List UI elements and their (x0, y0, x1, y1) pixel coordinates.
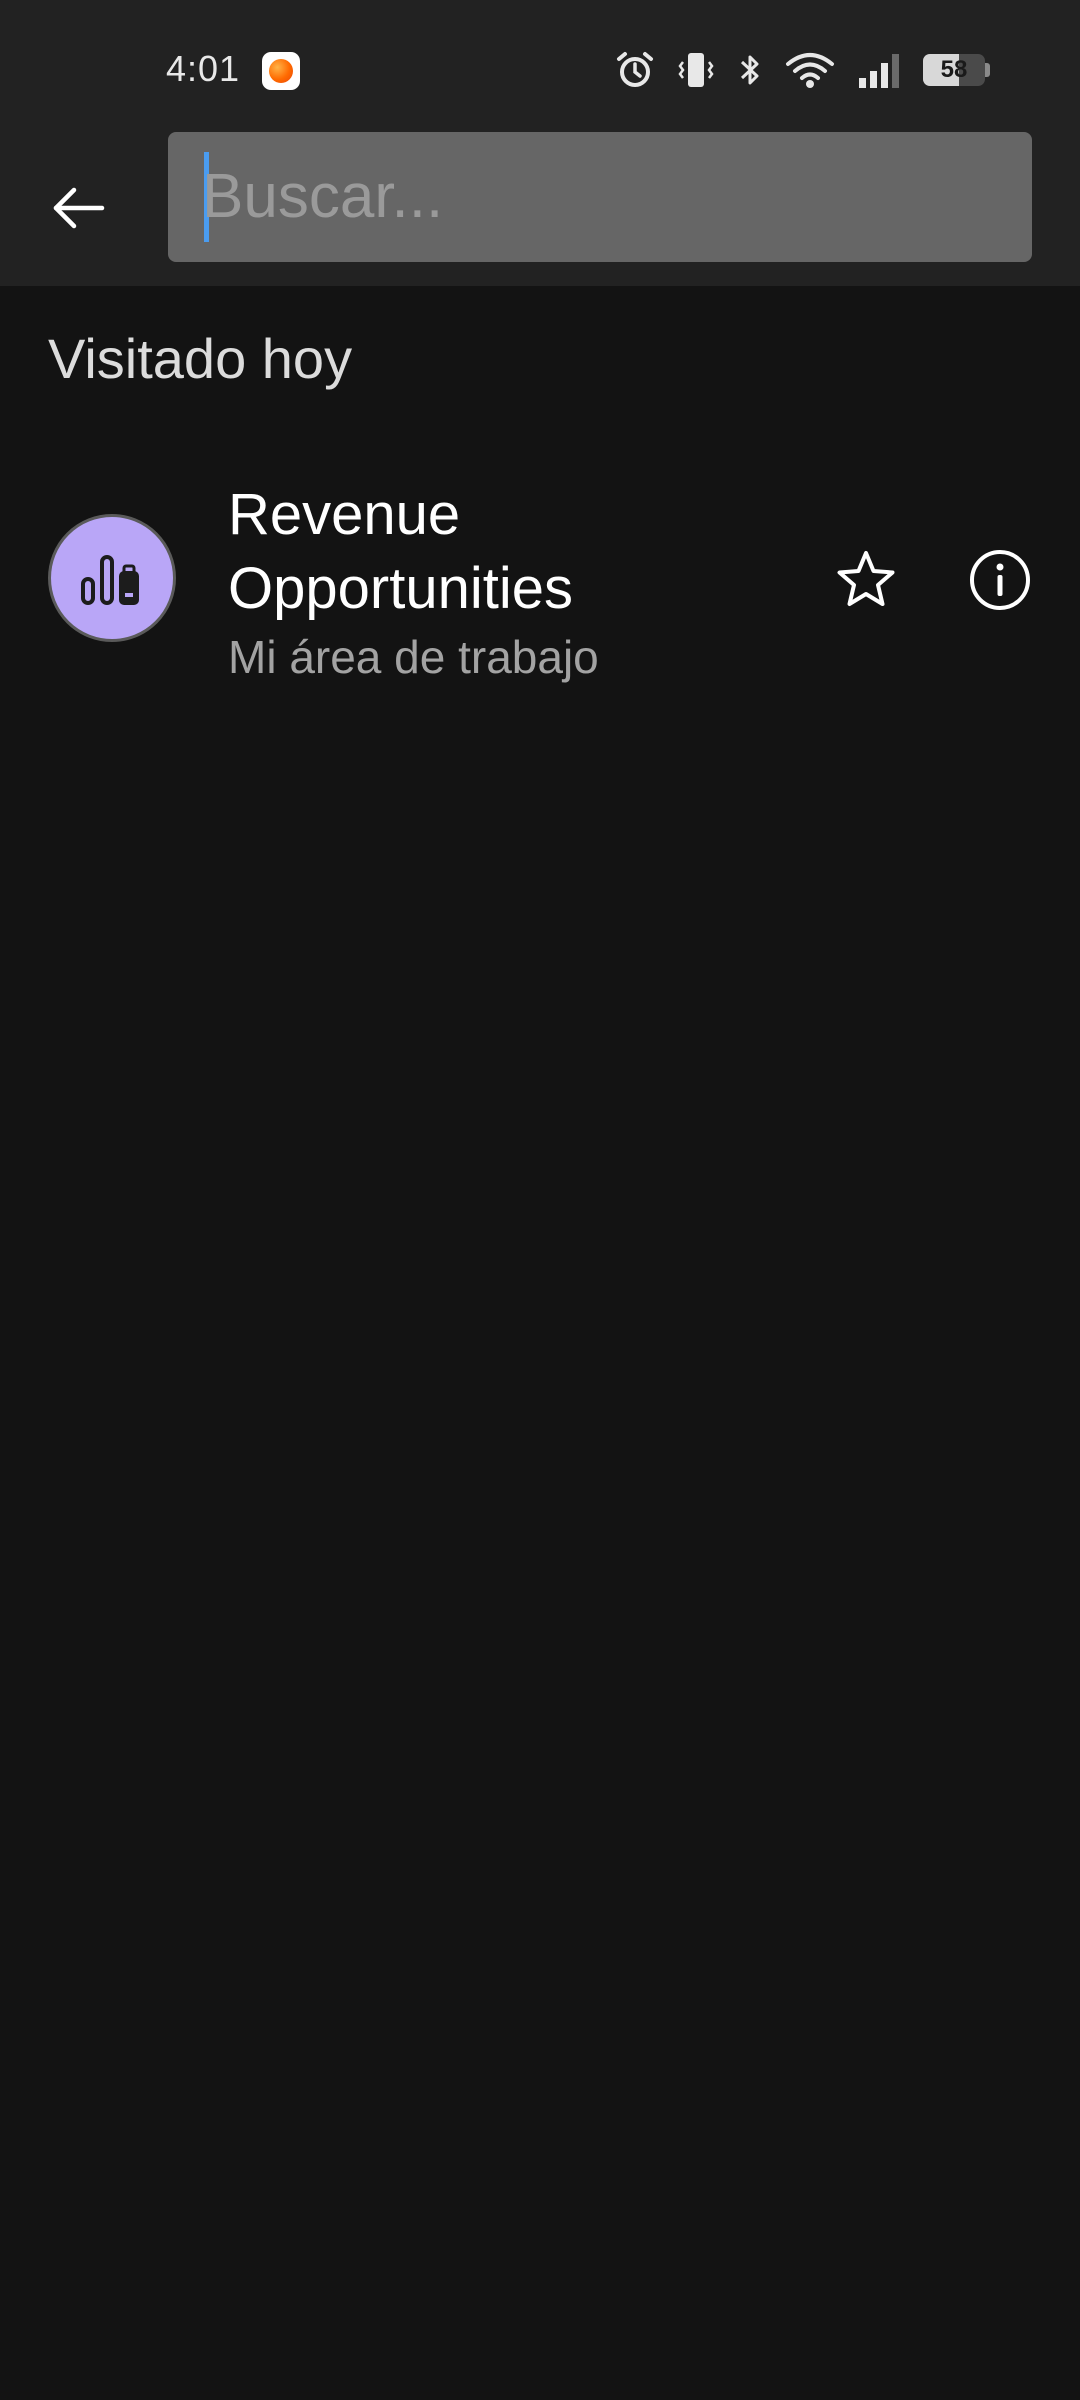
alarm-icon (615, 50, 655, 90)
item-subtitle: Mi área de trabajo (228, 631, 599, 683)
wifi-icon (785, 50, 835, 90)
bluetooth-icon (737, 50, 763, 90)
list-item[interactable]: Revenue Opportunities Mi área de trabajo (0, 462, 1080, 702)
info-icon (970, 550, 1030, 610)
item-title: Revenue Opportunities (228, 482, 573, 621)
report-chart-icon (81, 555, 139, 605)
vibrate-icon (677, 50, 715, 90)
system-icons: 58 (615, 48, 990, 92)
orange-app-icon (262, 52, 300, 90)
signal-icon (857, 50, 901, 90)
back-button[interactable] (30, 160, 126, 256)
arrow-left-icon (53, 187, 105, 229)
status-time: 4:01 (166, 48, 241, 89)
search-input[interactable] (202, 146, 1002, 246)
favorite-button[interactable] (820, 534, 912, 626)
status-bar: 4:01 58 (0, 0, 1080, 132)
battery-percent: 58 (940, 56, 968, 83)
search-app-bar (0, 132, 1080, 286)
item-avatar (48, 514, 176, 642)
info-button[interactable] (954, 534, 1046, 626)
battery-nub (985, 63, 990, 77)
star-outline-icon (837, 551, 895, 606)
section-title-recent: Visitado hoy (48, 327, 353, 390)
search-field-container[interactable] (168, 132, 1032, 262)
battery-indicator: 58 (923, 54, 985, 86)
